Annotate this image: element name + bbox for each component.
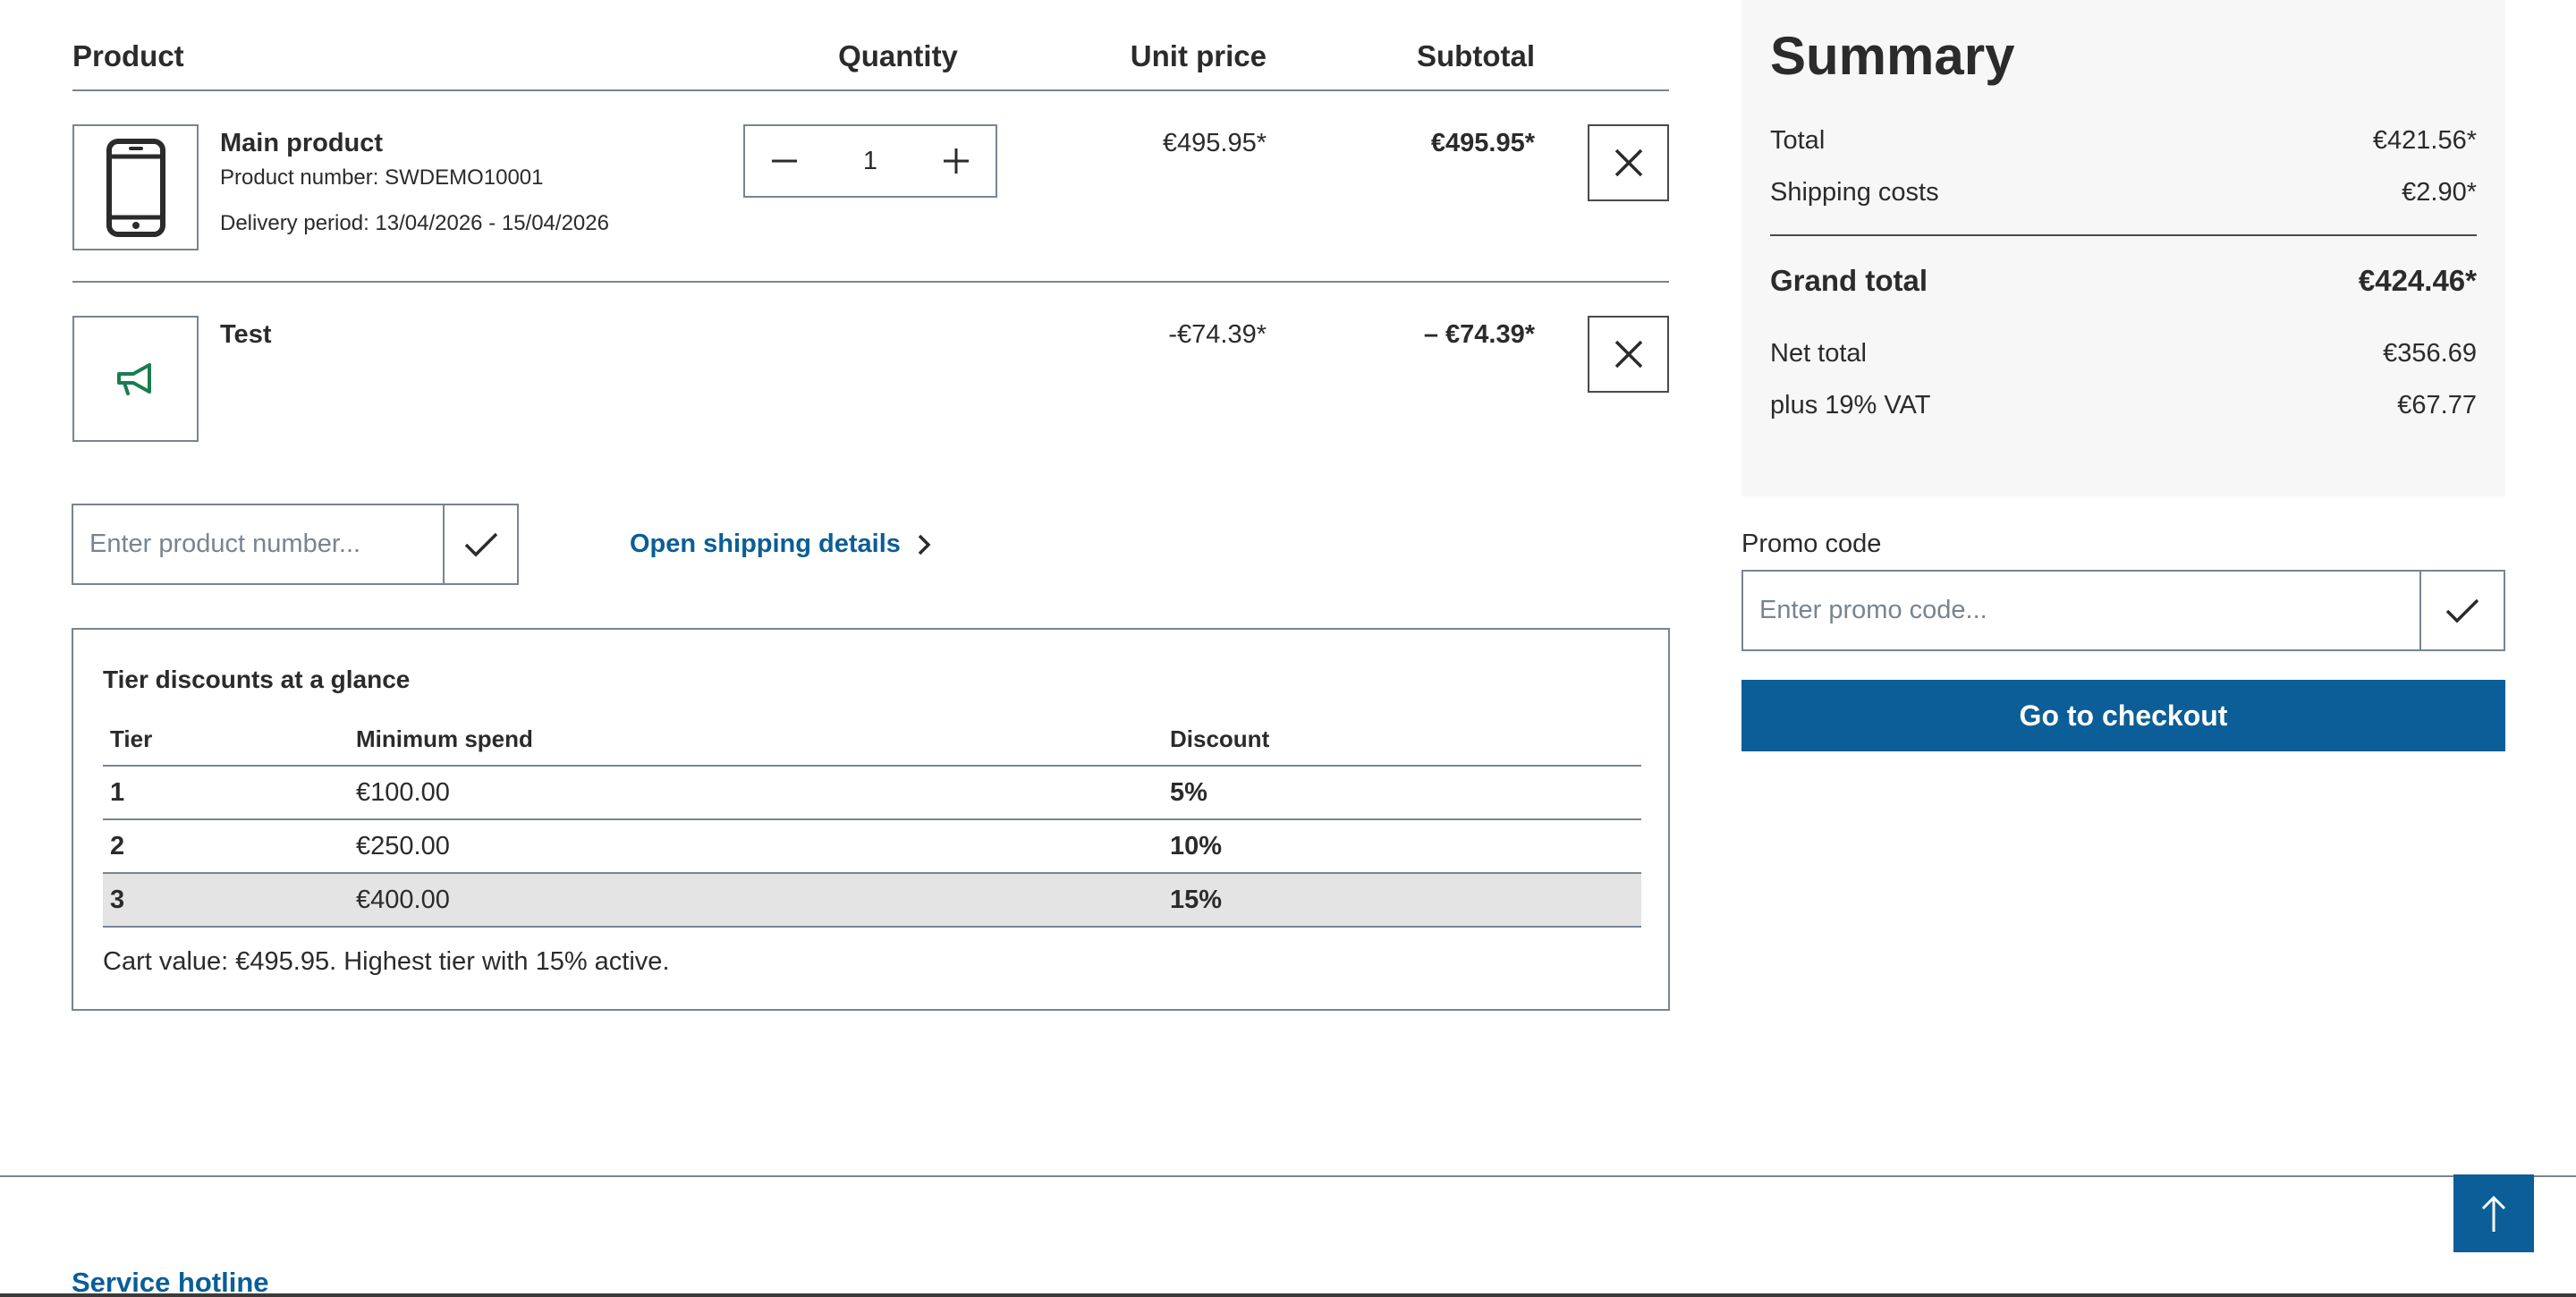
go-to-checkout-button[interactable]: Go to checkout [1741,680,2505,751]
header-subtotal: Subtotal [1417,39,1535,72]
product-thumbnail[interactable] [72,124,199,250]
shipping-costs-value: €2.90* [2402,178,2477,207]
summary-divider [1770,234,2477,236]
summary-panel: Summary Total €421.56* Shipping costs €2… [1741,0,2505,496]
net-total-label: Net total [1770,339,1867,368]
summary-shipping-row: Shipping costs €2.90* [1770,178,2477,208]
table-row: 2 €250.00 10% [103,819,1641,874]
add-product-form [72,504,519,585]
promotion-name: Test [220,320,272,349]
tier-discounts-table: Tier Minimum spend Discount 1 €100.00 5%… [103,714,1641,928]
grand-total-label: Grand total [1770,264,1928,297]
subtotal-price: – €74.39* [1423,320,1535,349]
cart-table-header: Product Quantity Unit price Subtotal [72,30,1669,91]
tier-number: 1 [103,766,349,820]
promotion-thumbnail [72,316,199,442]
viewport-edge [0,1293,2576,1297]
product-name[interactable]: Main product [220,129,383,158]
product-number-input[interactable] [73,505,443,583]
megaphone-icon [116,362,151,395]
subtotal-price: €495.95* [1430,129,1535,157]
tier-discount: 10% [1163,819,1641,874]
vat-value: €67.77 [2397,391,2477,420]
summary-grand-total-row: Grand total €424.46* [1770,264,2477,298]
summary-total-row: Total €421.56* [1770,126,2477,156]
shipping-costs-label: Shipping costs [1770,178,1939,207]
tier-discount: 15% [1163,873,1641,928]
delivery-period: Delivery period: 13/04/2026 - 15/04/2026 [220,211,609,235]
tier-status-note: Cart value: €495.95. Highest tier with 1… [103,947,670,976]
promo-code-form [1741,570,2505,651]
shipping-link-label: Open shipping details [630,530,901,558]
add-product-submit-button[interactable] [443,505,517,583]
column-header-discount: Discount [1163,714,1641,767]
total-value: €421.56* [2372,126,2477,155]
decrease-quantity-button[interactable] [767,143,802,179]
arrow-up-icon [2481,1195,2506,1232]
tier-discounts-title: Tier discounts at a glance [103,665,411,693]
unit-price: €495.95* [1162,129,1267,157]
promo-code-submit-button[interactable] [2419,572,2504,649]
header-unit-price: Unit price [1130,39,1267,72]
scroll-to-top-button[interactable] [2453,1174,2534,1252]
table-row-active: 3 €400.00 15% [103,873,1641,928]
service-hotline-link[interactable]: Service hotline [72,1267,269,1297]
footer-divider [0,1175,2576,1177]
remove-item-button[interactable] [1588,124,1669,201]
plus-icon [944,148,969,174]
total-label: Total [1770,126,1826,155]
grand-total-value: €424.46* [2358,264,2477,297]
quantity-stepper: 1 [743,124,997,198]
chevron-right-icon [918,534,931,555]
checkmark-icon [2445,598,2479,623]
vat-label: plus 19% VAT [1770,391,1931,420]
header-product: Product [72,39,184,72]
promo-code-label: Promo code [1741,530,1882,558]
header-quantity: Quantity [838,39,958,72]
summary-net-total-row: Net total €356.69 [1770,339,2477,369]
remove-item-button[interactable] [1588,316,1669,393]
line-item-promotion: Test -€74.39* – €74.39* [72,283,1669,444]
table-row: 1 €100.00 5% [103,766,1641,820]
summary-vat-row: plus 19% VAT €67.77 [1770,391,2477,420]
summary-title: Summary [1770,26,2015,86]
promo-code-input[interactable] [1743,572,2419,649]
minus-icon [772,159,797,163]
close-icon [1614,340,1642,369]
tier-number: 3 [103,873,349,928]
net-total-value: €356.69 [2383,339,2477,368]
unit-price: -€74.39* [1168,320,1267,349]
increase-quantity-button[interactable] [938,143,974,179]
tier-minimum-spend: €400.00 [349,873,1163,928]
close-icon [1614,148,1642,177]
tier-discount: 5% [1163,766,1641,820]
tier-minimum-spend: €100.00 [349,766,1163,820]
tier-number: 2 [103,819,349,874]
smartphone-icon [106,138,165,237]
product-number: Product number: SWDEMO10001 [220,165,544,190]
open-shipping-details-link[interactable]: Open shipping details [630,530,931,559]
checkmark-icon [464,532,497,556]
column-header-minimum-spend: Minimum spend [349,714,1163,767]
tier-minimum-spend: €250.00 [349,819,1163,874]
column-header-tier: Tier [103,714,349,767]
tier-discounts-panel: Tier discounts at a glance Tier Minimum … [72,628,1670,1011]
line-item-main-product: Main product Product number: SWDEMO10001… [72,91,1669,283]
quantity-value[interactable]: 1 [835,147,906,176]
